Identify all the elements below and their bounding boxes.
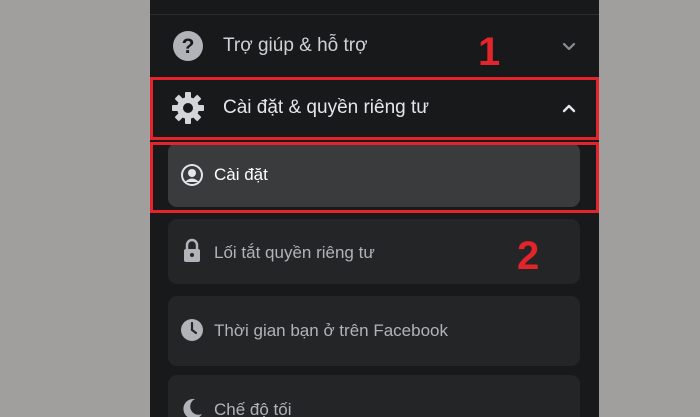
submenu-item-dark-mode[interactable]: Chế độ tối [168,375,580,417]
menu-item-help-support[interactable]: ? Trợ giúp & hỗ trợ [150,20,599,72]
submenu-item-time-on-facebook[interactable]: Thời gian bạn ở trên Facebook [168,296,580,366]
highlight-box-settings [150,142,599,213]
step-number-2: 2 [517,234,540,278]
moon-icon [179,396,205,417]
submenu-item-label: Chế độ tối [214,400,292,417]
lock-icon [179,238,205,264]
menu-item-label: Trợ giúp & hỗ trợ [223,35,368,56]
clock-icon [179,317,205,343]
step-number-1: 1 [478,30,501,74]
svg-text:?: ? [182,35,195,58]
divider [150,14,599,15]
highlight-box-settings-privacy [150,77,599,140]
submenu-item-label: Lối tắt quyền riêng tư [214,243,375,262]
question-circle-icon: ? [171,29,205,63]
chevron-down-icon[interactable] [561,38,577,54]
submenu-item-label: Thời gian bạn ở trên Facebook [214,321,448,340]
